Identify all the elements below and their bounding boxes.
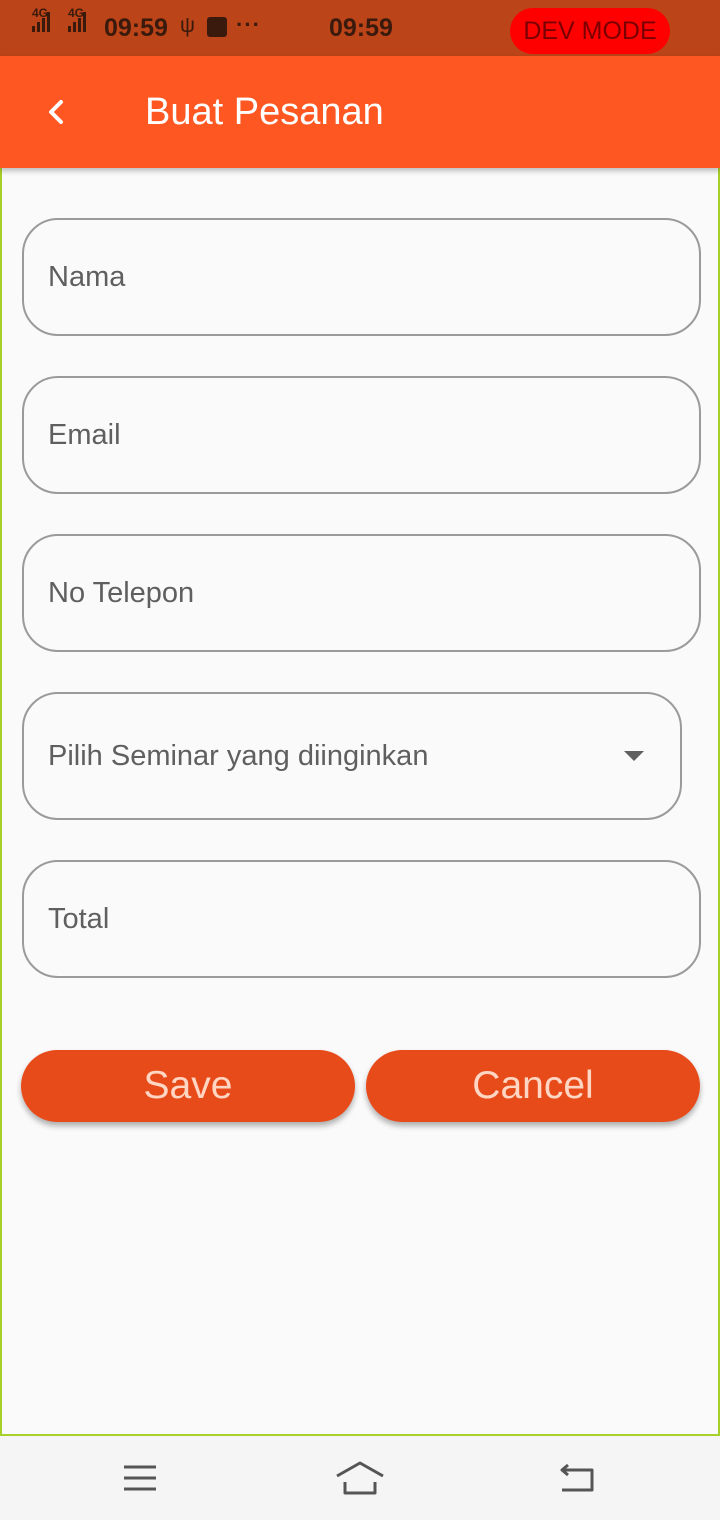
email-input[interactable] [48, 418, 699, 452]
name-input[interactable] [48, 260, 699, 294]
dev-mode-badge: DEV MODE [510, 8, 670, 54]
app-bar: Buat Pesanan [0, 56, 720, 168]
signal-icon-2: 4G [68, 6, 86, 32]
form-container: Pilih Seminar yang diinginkan Save Cance… [0, 168, 720, 1436]
sim-icon [207, 17, 227, 37]
clock: 09:59 [329, 14, 393, 42]
chevron-left-icon [49, 100, 63, 124]
save-button[interactable]: Save [21, 1050, 355, 1122]
system-nav-bar [0, 1436, 720, 1520]
cancel-button[interactable]: Cancel [366, 1050, 700, 1122]
home-button[interactable] [330, 1454, 390, 1502]
status-bar: 4G 4G 09:59 ψ ··· 09:59 DEV MODE [0, 0, 720, 56]
name-field[interactable] [22, 218, 701, 336]
back-icon [560, 1463, 594, 1492]
menu-icon [124, 1465, 156, 1491]
network-type-2: 4G [68, 6, 85, 20]
back-button[interactable] [30, 86, 82, 138]
menu-button[interactable] [110, 1454, 170, 1502]
network-type: 4G [32, 6, 49, 20]
signal-icon: 4G [32, 6, 50, 32]
overflow-icon: ··· [236, 12, 261, 37]
screen: 4G 4G 09:59 ψ ··· 09:59 DEV MODE Buat Pe… [0, 0, 720, 1520]
home-icon [336, 1461, 384, 1495]
seminar-dropdown[interactable]: Pilih Seminar yang diinginkan [22, 692, 682, 820]
seminar-dropdown-label: Pilih Seminar yang diinginkan [48, 739, 429, 772]
total-field[interactable] [22, 860, 701, 978]
total-input[interactable] [48, 902, 699, 936]
back-nav-button[interactable] [548, 1454, 608, 1502]
email-field[interactable] [22, 376, 701, 494]
phone-input[interactable] [48, 576, 699, 610]
dropdown-arrow-icon [624, 751, 644, 761]
status-time: 09:59 [104, 14, 168, 42]
phone-field[interactable] [22, 534, 701, 652]
usb-icon: ψ [180, 14, 195, 37]
page-title: Buat Pesanan [145, 91, 384, 133]
